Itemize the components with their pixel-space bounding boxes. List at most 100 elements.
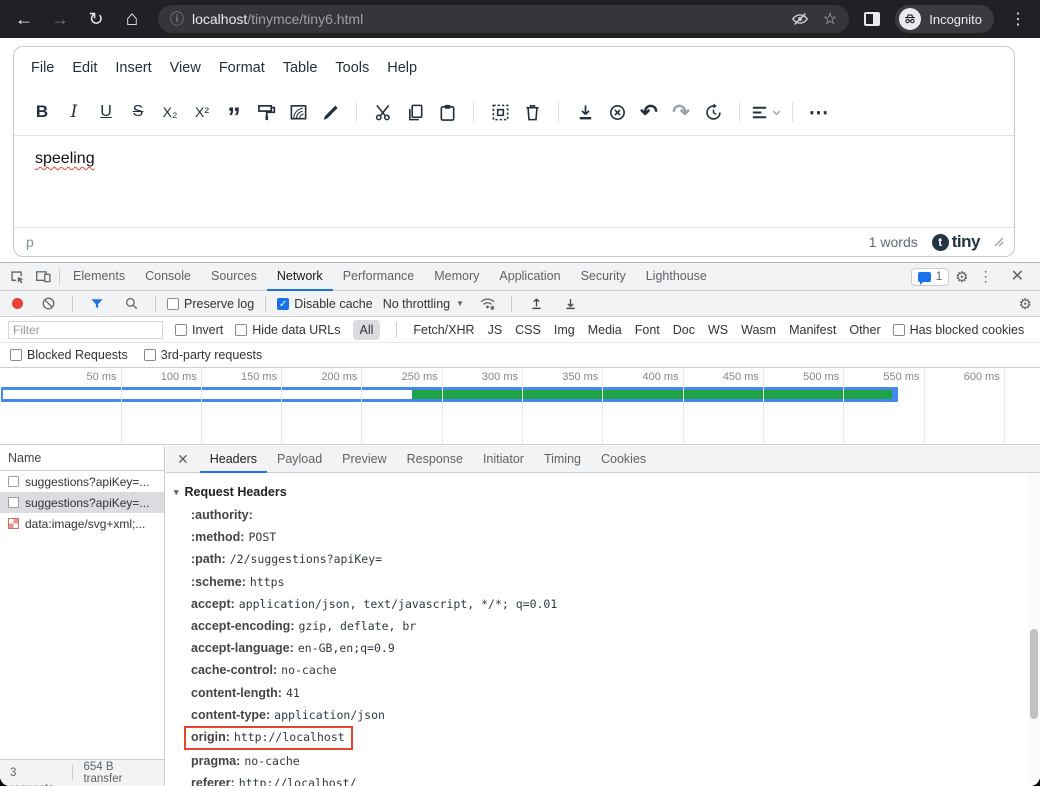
word-count[interactable]: 1 words xyxy=(869,234,918,250)
detail-tab-cookies[interactable]: Cookies xyxy=(591,446,656,473)
network-overview-timeline[interactable]: 50 ms100 ms150 ms200 ms250 ms300 ms350 m… xyxy=(0,368,1040,445)
reload-icon[interactable]: ↻ xyxy=(80,3,112,35)
menu-insert[interactable]: Insert xyxy=(106,55,160,81)
menu-view[interactable]: View xyxy=(161,55,210,81)
has-blocked-cookies-checkbox[interactable]: Has blocked cookies xyxy=(893,323,1025,337)
tab-memory[interactable]: Memory xyxy=(424,263,489,291)
back-icon[interactable]: ← xyxy=(8,3,40,35)
import-har-icon[interactable] xyxy=(523,291,549,317)
copy-button[interactable] xyxy=(399,97,431,127)
menu-help[interactable]: Help xyxy=(378,55,426,81)
throttling-select[interactable]: No throttling▼ xyxy=(381,297,466,311)
menu-tools[interactable]: Tools xyxy=(326,55,378,81)
filter-input[interactable] xyxy=(8,321,163,339)
disable-cache-checkbox[interactable]: Disable cache xyxy=(277,297,373,311)
detail-tab-timing[interactable]: Timing xyxy=(534,446,591,473)
undo-button[interactable]: ↶ xyxy=(633,97,665,127)
home-icon[interactable]: ⌂ xyxy=(116,3,148,35)
detail-tab-payload[interactable]: Payload xyxy=(267,446,332,473)
tab-application[interactable]: Application xyxy=(489,263,570,291)
filter-icon[interactable] xyxy=(84,291,110,317)
third-party-requests-checkbox[interactable]: 3rd-party requests xyxy=(144,348,262,362)
forward-icon[interactable]: → xyxy=(44,3,76,35)
tiny-logo[interactable]: t tiny xyxy=(932,232,980,252)
detail-tab-initiator[interactable]: Initiator xyxy=(473,446,534,473)
tab-security[interactable]: Security xyxy=(571,263,636,291)
name-column-header[interactable]: Name xyxy=(0,446,164,471)
cancel-button[interactable] xyxy=(601,97,633,127)
device-toolbar-icon[interactable] xyxy=(30,264,56,290)
filter-type-doc[interactable]: Doc xyxy=(673,323,695,337)
filter-type-ws[interactable]: WS xyxy=(708,323,728,337)
tab-sources[interactable]: Sources xyxy=(201,263,267,291)
menu-table[interactable]: Table xyxy=(274,55,327,81)
detail-tab-preview[interactable]: Preview xyxy=(332,446,396,473)
filter-type-other[interactable]: Other xyxy=(849,323,880,337)
italic-button[interactable]: I xyxy=(58,97,90,127)
menu-file[interactable]: File xyxy=(22,55,63,81)
filter-type-img[interactable]: Img xyxy=(554,323,575,337)
filter-type-fetchxhr[interactable]: Fetch/XHR xyxy=(413,323,474,337)
detail-scrollbar[interactable] xyxy=(1028,474,1040,786)
strikethrough-button[interactable]: S xyxy=(122,97,154,127)
tab-performance[interactable]: Performance xyxy=(333,263,425,291)
filter-type-wasm[interactable]: Wasm xyxy=(741,323,776,337)
export-button[interactable] xyxy=(569,97,601,127)
bold-button[interactable]: B xyxy=(26,97,58,127)
align-left-button[interactable] xyxy=(750,97,782,127)
eye-slash-icon[interactable] xyxy=(791,10,809,28)
bookmark-star-icon[interactable]: ☆ xyxy=(823,9,837,29)
menu-format[interactable]: Format xyxy=(210,55,274,81)
cut-button[interactable] xyxy=(367,97,399,127)
preserve-log-checkbox[interactable]: Preserve log xyxy=(167,297,254,311)
filter-type-media[interactable]: Media xyxy=(588,323,622,337)
side-panel-icon[interactable] xyxy=(859,6,885,32)
filter-type-all[interactable]: All xyxy=(353,320,381,340)
underline-button[interactable]: U xyxy=(90,97,122,127)
record-icon[interactable] xyxy=(12,298,23,309)
permanent-pen-button[interactable] xyxy=(314,97,346,127)
network-conditions-icon[interactable] xyxy=(474,291,500,317)
table-row[interactable]: data:image/svg+xml;... xyxy=(0,513,164,534)
request-headers-section[interactable]: ▾ Request Headers xyxy=(174,482,1028,502)
detail-tab-headers[interactable]: Headers xyxy=(200,446,267,473)
blocked-requests-checkbox[interactable]: Blocked Requests xyxy=(10,348,128,362)
resize-handle-icon[interactable] xyxy=(994,237,1004,247)
tab-console[interactable]: Console xyxy=(135,263,201,291)
browser-menu-icon[interactable]: ⋮ xyxy=(1004,9,1032,29)
filter-type-js[interactable]: JS xyxy=(488,323,503,337)
element-path[interactable]: p xyxy=(26,234,34,250)
disclosure-triangle-icon[interactable]: ▾ xyxy=(174,487,179,498)
blockquote-button[interactable]: ” xyxy=(218,97,250,127)
devtools-settings-icon[interactable]: ⚙ xyxy=(955,268,968,286)
filter-type-css[interactable]: CSS xyxy=(515,323,541,337)
tab-network[interactable]: Network xyxy=(267,263,333,291)
superscript-button[interactable]: X² xyxy=(186,97,218,127)
invert-checkbox[interactable]: Invert xyxy=(175,323,223,337)
format-painter-button[interactable] xyxy=(250,97,282,127)
edit-image-button[interactable] xyxy=(282,97,314,127)
paste-button[interactable] xyxy=(431,97,463,127)
restore-draft-button[interactable] xyxy=(697,97,729,127)
redo-button[interactable]: ↷ xyxy=(665,97,697,127)
delete-button[interactable] xyxy=(516,97,548,127)
tab-elements[interactable]: Elements xyxy=(63,263,135,291)
editor-content[interactable]: speeling xyxy=(14,135,1014,227)
filter-type-font[interactable]: Font xyxy=(635,323,660,337)
misspelled-word[interactable]: speeling xyxy=(35,150,95,167)
tab-lighthouse[interactable]: Lighthouse xyxy=(636,263,717,291)
address-bar[interactable]: ⓘ localhost/tinymce/tiny6.html ☆ xyxy=(158,5,849,33)
devtools-close-icon[interactable]: ✕ xyxy=(1003,266,1032,288)
clear-icon[interactable] xyxy=(35,291,61,317)
scrollbar-thumb[interactable] xyxy=(1030,629,1038,719)
export-har-icon[interactable] xyxy=(557,291,583,317)
more-button[interactable]: ⋯ xyxy=(803,97,835,127)
search-icon[interactable] xyxy=(118,291,144,317)
select-all-button[interactable] xyxy=(484,97,516,127)
table-row[interactable]: suggestions?apiKey=... xyxy=(0,492,164,513)
issues-badge[interactable]: 1 xyxy=(911,268,949,286)
page-info-icon[interactable]: ⓘ xyxy=(170,9,184,29)
detail-tab-response[interactable]: Response xyxy=(397,446,473,473)
subscript-button[interactable]: X₂ xyxy=(154,97,186,127)
inspect-element-icon[interactable] xyxy=(4,264,30,290)
